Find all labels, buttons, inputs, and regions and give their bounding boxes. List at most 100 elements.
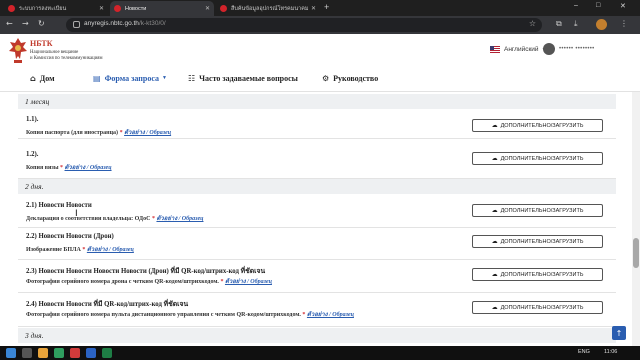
document-row: 2.4) Новости Новости ที่มี QR-код/штрих-… (18, 293, 616, 327)
form-icon: ▤ (93, 74, 101, 83)
chat-icon: ☷ (188, 74, 196, 83)
section-title: 3 дня. (25, 331, 44, 340)
search-icon[interactable] (22, 348, 32, 358)
brand-subtitle-line2: и Комиссия по телекоммуникациям (30, 56, 103, 61)
brand-block: НБТК Национальное вещание и Комиссия по … (30, 39, 103, 62)
downloads-icon[interactable]: ⤓ (574, 19, 578, 29)
document-list: 1 месяц 1.1). Копия паспорта (для иностр… (18, 92, 616, 346)
document-number: 1.1). (26, 116, 39, 123)
nav-guide[interactable]: ⚙ Руководство (322, 74, 378, 83)
extensions-icon[interactable]: ⧉ (556, 19, 562, 29)
sample-link[interactable]: ตัวอย่าง / Образец (87, 247, 134, 253)
sample-link[interactable]: ตัวอย่าง / Образец (156, 216, 203, 222)
excel-icon[interactable] (102, 348, 112, 358)
document-row: 1.1). Копия паспорта (для иностранца) * … (18, 109, 616, 139)
user-menu[interactable]: •••••• •••••••• (543, 43, 595, 55)
close-tab-icon[interactable]: ✕ (311, 5, 316, 12)
browser-tab-active[interactable]: Новости ✕ (110, 1, 214, 16)
file-explorer-icon[interactable] (38, 348, 48, 358)
cloud-upload-icon: ☁ (491, 238, 498, 245)
browser-tab[interactable]: สืบค้นข้อมูลอุปกรณ์โทรคมนาคม ✕ (216, 1, 320, 16)
upload-button[interactable]: ☁ ДОПОЛНИТЕЛЬНО/ЗАГРУЗИТЬ (472, 268, 603, 281)
document-row: 2.2) Новости Новости (Дрон) Изображение … (18, 228, 616, 260)
cloud-upload-icon: ☁ (491, 304, 498, 311)
minimize-button[interactable]: – (574, 2, 578, 9)
sample-link[interactable]: ตัวอย่าง / Образец (124, 130, 171, 136)
chrome-icon[interactable] (54, 348, 64, 358)
address-bar[interactable]: anyregis.nbtc.go.th/k-kt30/0/ ☆ (66, 18, 542, 32)
avatar (543, 43, 555, 55)
gear-icon: ⚙ (322, 74, 330, 83)
section-title: 2 дня. (25, 182, 44, 191)
reload-icon[interactable]: ↻ (38, 19, 45, 28)
nav-home-label: Дом (39, 74, 55, 83)
scroll-to-top-button[interactable]: ↑ (612, 326, 626, 340)
word-icon[interactable] (86, 348, 96, 358)
document-description: Копия визы * ตัวอย่าง / Образец (26, 165, 112, 171)
nav-home[interactable]: ⌂ Дом (30, 74, 55, 83)
section-title: 1 месяц (25, 97, 50, 106)
required-marker: * (119, 130, 123, 136)
sample-link[interactable]: ตัวอย่าง / Образец (307, 312, 354, 318)
maximize-button[interactable]: □ (596, 2, 600, 9)
document-number: 2.1) Новости Новости (26, 202, 92, 209)
browser-toolbar: ← → ↻ anyregis.nbtc.go.th/k-kt30/0/ ☆ ⧉ … (0, 16, 640, 34)
cloud-upload-icon: ☁ (491, 207, 498, 214)
required-marker: * (151, 216, 155, 222)
sample-link[interactable]: ตัวอย่าง / Образец (65, 165, 112, 171)
cloud-upload-icon: ☁ (491, 155, 498, 162)
close-tab-icon[interactable]: ✕ (205, 5, 210, 12)
required-marker: * (220, 279, 224, 285)
close-window-button[interactable]: ✕ (620, 2, 626, 10)
site-info-icon[interactable] (73, 21, 80, 28)
close-tab-icon[interactable]: ✕ (99, 5, 104, 12)
cloud-upload-icon: ☁ (491, 122, 498, 129)
app-icon[interactable] (70, 348, 80, 358)
document-number: 1.2). (26, 151, 39, 158)
scrollbar-thumb[interactable] (633, 238, 639, 268)
url-text: anyregis.nbtc.go.th/k-kt30/0/ (84, 20, 166, 27)
browser-tab-strip: ระบบการลงทะเบียน ✕ Новости ✕ สืบค้นข้อมู… (0, 0, 640, 16)
input-language[interactable]: ENG (578, 349, 590, 355)
start-icon[interactable] (6, 348, 16, 358)
section-header: 2 дня. (18, 179, 616, 194)
nav-request-form[interactable]: ▤ Форма запроса ▼ (93, 74, 167, 83)
browser-tab-label: ระบบการลงทะเบียน (19, 5, 67, 12)
site-favicon-icon (8, 5, 15, 12)
chevron-down-icon: ▼ (161, 76, 167, 81)
upload-button[interactable]: ☁ ДОПОЛНИТЕЛЬНО/ЗАГРУЗИТЬ (472, 119, 603, 132)
document-description: Декларация о соответствии владельца: ОДо… (26, 216, 204, 222)
document-row: 2.1) Новости Новости Декларация о соотве… (18, 194, 616, 228)
required-marker: * (302, 312, 306, 318)
user-name: •••••• •••••••• (559, 46, 595, 52)
forward-icon[interactable]: → (22, 19, 29, 28)
browser-tab[interactable]: ระบบการลงทะเบียน ✕ (4, 1, 108, 16)
required-marker: * (82, 247, 86, 253)
clock[interactable]: 11:06 (604, 349, 617, 355)
page-scrollbar[interactable] (632, 92, 640, 346)
os-taskbar: ENG 11:06 (0, 346, 640, 360)
browser-menu-icon[interactable]: ⋮ (620, 19, 628, 28)
section-header: 1 месяц (18, 94, 616, 109)
bookmark-star-icon[interactable]: ☆ (529, 19, 536, 28)
language-label: Английский (504, 46, 539, 53)
nav-faq[interactable]: ☷ Часто задаваемые вопросы (188, 74, 298, 83)
browser-tab-label: สืบค้นข้อมูลอุปกรณ์โทรคมนาคม (231, 5, 308, 12)
language-selector[interactable]: Английский ▼ (490, 46, 547, 53)
document-description: Изображение БПЛА * ตัวอย่าง / Образец (26, 247, 134, 253)
upload-button[interactable]: ☁ ДОПОЛНИТЕЛЬНО/ЗАГРУЗИТЬ (472, 152, 603, 165)
upload-button[interactable]: ☁ ДОПОЛНИТЕЛЬНО/ЗАГРУЗИТЬ (472, 301, 603, 314)
new-tab-button[interactable]: + (324, 2, 329, 12)
back-icon[interactable]: ← (6, 19, 13, 28)
nbtc-emblem-icon (9, 38, 27, 63)
upload-button[interactable]: ☁ ДОПОЛНИТЕЛЬНО/ЗАГРУЗИТЬ (472, 235, 603, 248)
site-header: НБТК Национальное вещание и Комиссия по … (0, 34, 640, 68)
profile-avatar[interactable] (596, 19, 607, 30)
site-favicon-icon (220, 5, 227, 12)
home-icon: ⌂ (30, 74, 36, 83)
nav-faq-label: Часто задаваемые вопросы (199, 74, 298, 83)
document-number: 2.3) Новости Новости Новости Новости (Др… (26, 268, 266, 275)
sample-link[interactable]: ตัวอย่าง / Образец (225, 279, 272, 285)
document-row: 1.2). Копия визы * ตัวอย่าง / Образец ☁ Д… (18, 139, 616, 179)
upload-button[interactable]: ☁ ДОПОЛНИТЕЛЬНО/ЗАГРУЗИТЬ (472, 204, 603, 217)
